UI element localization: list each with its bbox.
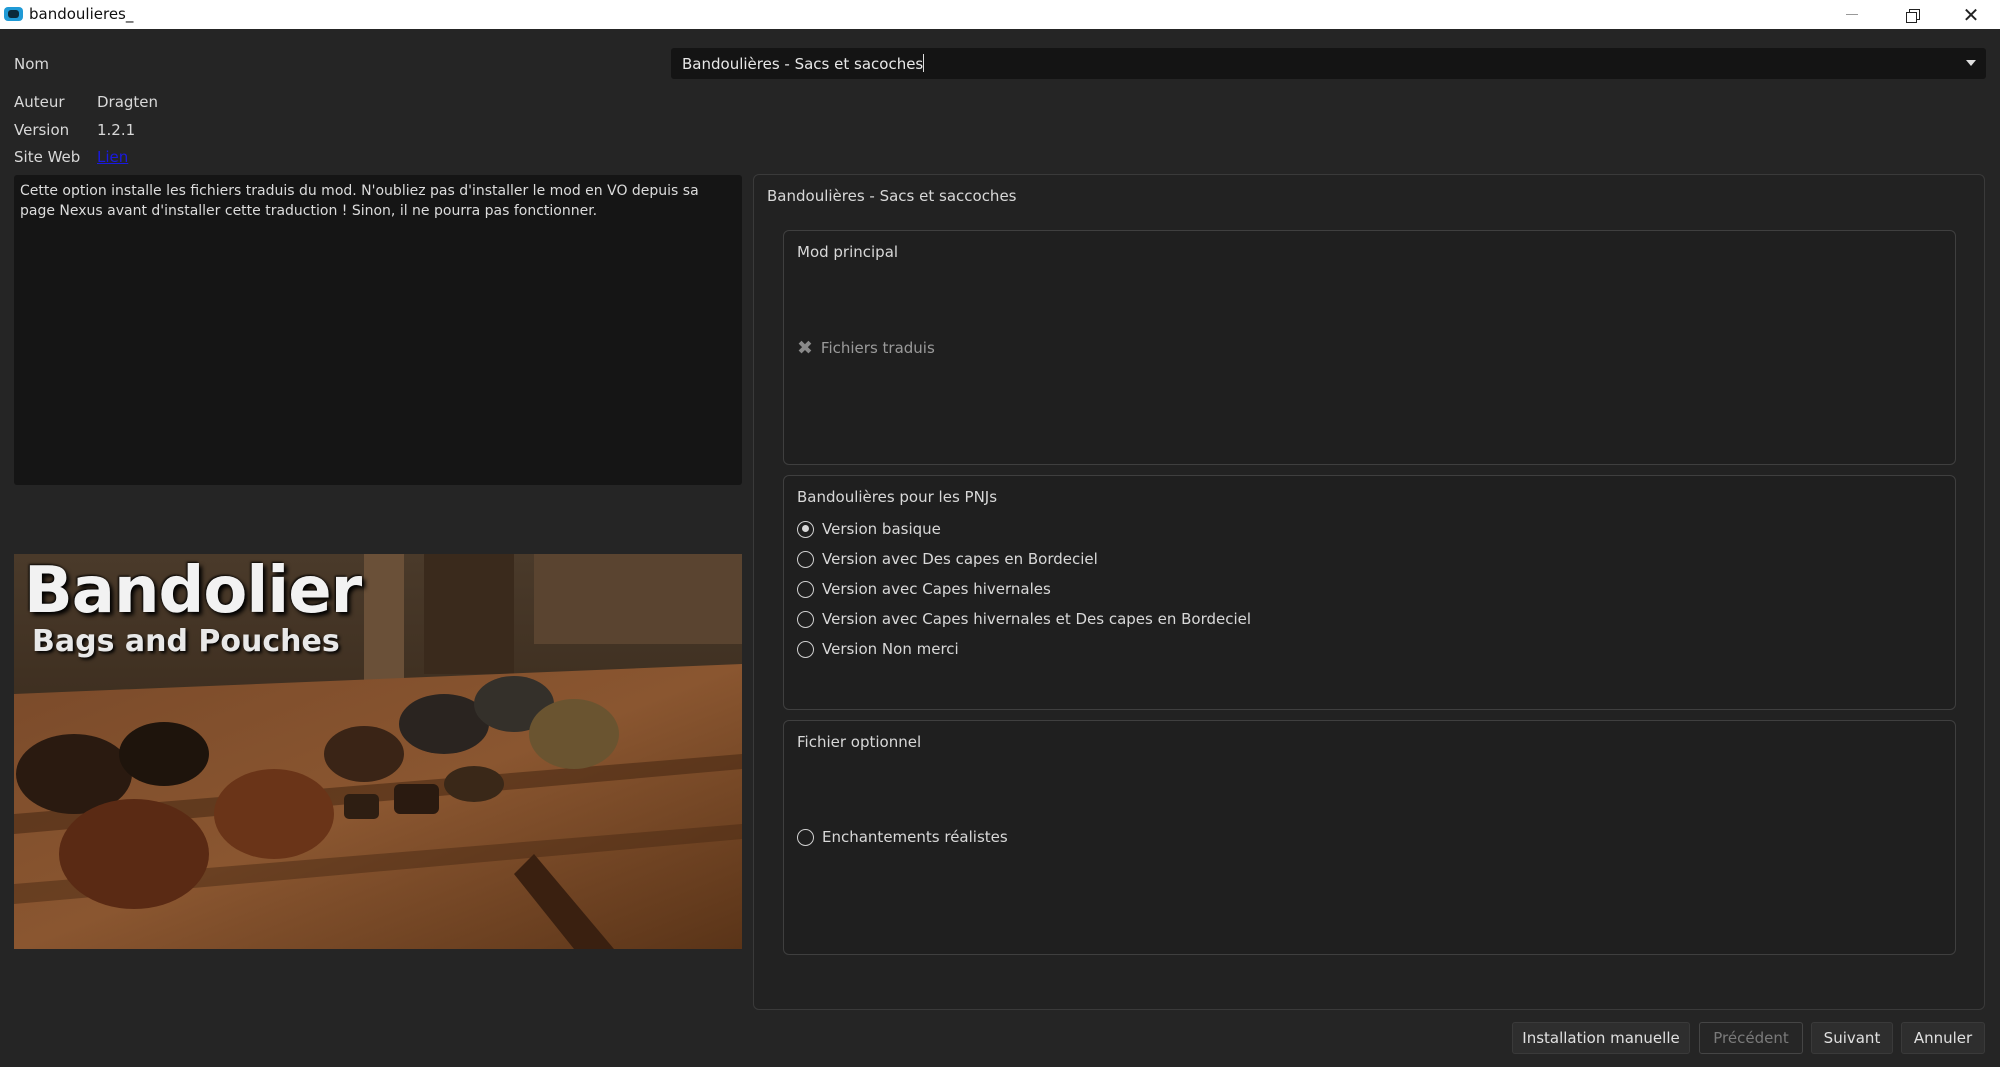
maximize-icon <box>1906 8 1920 23</box>
description-box: Cette option installe les fichiers tradu… <box>14 175 742 485</box>
radio-button[interactable] <box>797 640 814 658</box>
option-label: Version avec Capes hivernales et Des cap… <box>822 610 1252 628</box>
title-bar: bandoulieres_ ✕ <box>0 0 2000 29</box>
site-web-link[interactable]: Lien <box>97 148 128 166</box>
option-version-non-merci[interactable]: Version Non merci <box>797 640 959 658</box>
minimize-icon <box>1846 14 1858 15</box>
option-label: Version basique <box>822 520 941 538</box>
previous-button[interactable]: Précédent <box>1699 1022 1803 1054</box>
option-label: Version avec Capes hivernales <box>822 580 1051 598</box>
manual-install-button[interactable]: Installation manuelle <box>1512 1022 1690 1054</box>
next-button[interactable]: Suivant <box>1811 1022 1893 1054</box>
group-title: Mod principal <box>797 243 899 261</box>
preview-subtitle: Bags and Pouches <box>32 624 340 659</box>
option-fichiers-traduis: ✖ Fichiers traduis <box>797 337 935 359</box>
nom-label: Nom <box>14 55 50 73</box>
preview-title: Bandolier <box>24 554 362 628</box>
option-version-capes-bordeciel[interactable]: Version avec Des capes en Bordeciel <box>797 550 1098 568</box>
radio-button[interactable] <box>797 520 814 538</box>
version-value: 1.2.1 <box>97 121 136 139</box>
radio-button[interactable] <box>797 580 814 598</box>
group-title: Fichier optionnel <box>797 733 922 751</box>
x-mark-icon: ✖ <box>797 337 813 359</box>
minimize-button[interactable] <box>1829 0 1875 29</box>
option-label: Version avec Des capes en Bordeciel <box>822 550 1098 568</box>
app-icon <box>4 7 23 21</box>
preview-image: Bandolier Bags and Pouches <box>14 554 742 949</box>
group-fichier-optionnel: Fichier optionnel Enchantements réaliste… <box>783 720 1956 955</box>
combo-value: Bandoulières - Sacs et sacoches <box>682 54 925 73</box>
panel-title: Bandoulières - Sacs et saccoches <box>767 187 1017 205</box>
group-bandoulieres-pnjs: Bandoulières pour les PNJs Version basiq… <box>783 475 1956 710</box>
option-label: Version Non merci <box>822 640 959 658</box>
auteur-value: Dragten <box>97 93 159 111</box>
option-version-capes-hivernales-bordeciel[interactable]: Version avec Capes hivernales et Des cap… <box>797 610 1251 628</box>
cancel-button[interactable]: Annuler <box>1901 1022 1985 1054</box>
radio-button[interactable] <box>797 828 814 846</box>
radio-button[interactable] <box>797 610 814 628</box>
option-version-capes-hivernales[interactable]: Version avec Capes hivernales <box>797 580 1051 598</box>
chevron-down-icon[interactable] <box>1966 60 1976 66</box>
option-label: Fichiers traduis <box>820 339 935 357</box>
maximize-button[interactable] <box>1889 0 1935 29</box>
site-web-label: Site Web <box>14 148 81 166</box>
close-icon: ✕ <box>1962 2 1980 27</box>
auteur-label: Auteur <box>14 93 65 111</box>
option-label: Enchantements réalistes <box>822 828 1008 846</box>
group-mod-principal: Mod principal ✖ Fichiers traduis <box>783 230 1956 465</box>
close-button[interactable]: ✕ <box>1948 0 1994 29</box>
option-version-basique[interactable]: Version basique <box>797 520 941 538</box>
group-title: Bandoulières pour les PNJs <box>797 488 998 506</box>
option-enchantements-realistes[interactable]: Enchantements réalistes <box>797 828 1008 846</box>
radio-button[interactable] <box>797 550 814 568</box>
version-label: Version <box>14 121 70 139</box>
nom-combo-box[interactable]: Bandoulières - Sacs et sacoches <box>671 48 1986 79</box>
window-title: bandoulieres_ <box>29 5 134 23</box>
